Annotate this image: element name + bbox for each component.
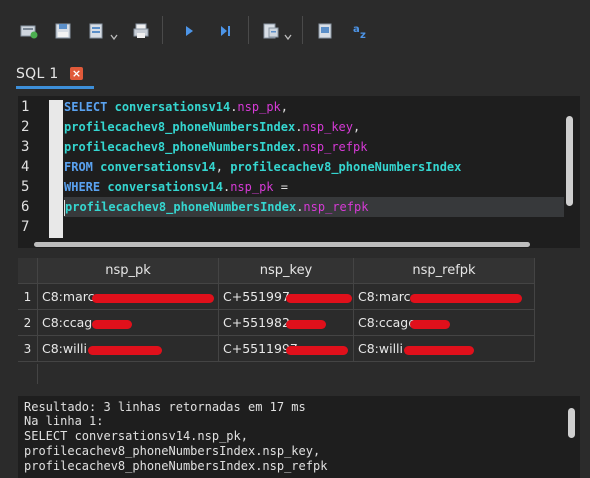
format-icon[interactable] xyxy=(260,20,282,42)
code-token: , xyxy=(215,160,231,174)
code-token: conversationsv14 xyxy=(114,100,231,114)
translate-icon[interactable]: az xyxy=(350,20,372,42)
code-token: profilecachev8_phoneNumbersIndex xyxy=(230,160,462,174)
tab-active-indicator xyxy=(16,86,94,89)
results-grid: nsp_pk nsp_key nsp_refpk 1 C8:marc C+551… xyxy=(18,258,580,388)
toolbar: az xyxy=(0,0,590,60)
svg-text:a: a xyxy=(353,24,360,35)
line-number: 7 xyxy=(21,219,30,235)
line-number-gutter: 1 2 3 4 5 6 7 xyxy=(18,96,64,240)
redaction-mark xyxy=(286,346,348,355)
code-token: nsp_refpk xyxy=(302,140,368,154)
code-line[interactable]: profilecachev8_phoneNumbersIndex.nsp_key… xyxy=(64,117,564,137)
code-line[interactable]: profilecachev8_phoneNumbersIndex.nsp_ref… xyxy=(64,197,564,217)
code-token: conversationsv14 xyxy=(100,160,216,174)
column-header-nsp-key[interactable]: nsp_key xyxy=(219,258,354,284)
redaction-mark xyxy=(88,346,162,355)
row-number[interactable]: 1 xyxy=(18,284,38,310)
log-vertical-scrollbar[interactable] xyxy=(568,408,575,438)
code-token: nsp_pk xyxy=(230,180,274,194)
redaction-mark xyxy=(410,294,522,303)
log-line: Na linha 1: xyxy=(24,414,104,428)
run-icon[interactable] xyxy=(178,20,200,42)
line-number: 5 xyxy=(21,179,30,195)
log-line: Resultado: 3 linhas retornadas em 17 ms xyxy=(24,400,306,414)
code-token: = xyxy=(273,180,288,194)
log-line: profilecachev8_phoneNumbersIndex.nsp_key… xyxy=(24,444,321,458)
code-token: profilecachev8_phoneNumbersIndex xyxy=(64,140,296,154)
explain-icon[interactable] xyxy=(314,20,336,42)
row-number[interactable]: 2 xyxy=(18,310,38,336)
svg-text:z: z xyxy=(360,30,366,40)
code-token: nsp_key xyxy=(302,120,353,134)
column-header-nsp-refpk[interactable]: nsp_refpk xyxy=(354,258,535,284)
close-icon[interactable]: × xyxy=(70,67,83,80)
line-number: 2 xyxy=(21,119,30,135)
code-token: nsp_refpk xyxy=(303,200,369,214)
code-line[interactable] xyxy=(64,217,564,237)
editor-vertical-scrollbar[interactable] xyxy=(566,116,573,206)
code-token: , xyxy=(353,120,361,134)
code-token: , xyxy=(280,100,289,114)
code-token: profilecachev8_phoneNumbersIndex xyxy=(64,120,296,134)
code-token: nsp_pk xyxy=(237,100,281,114)
tab-label: SQL 1 xyxy=(16,66,59,82)
redaction-mark xyxy=(92,294,214,303)
fold-margin xyxy=(49,100,63,238)
code-line[interactable]: FROM conversationsv14, profilecachev8_ph… xyxy=(64,157,564,177)
tab-sql-1[interactable]: SQL 1 × xyxy=(8,60,94,89)
line-number: 3 xyxy=(21,139,30,155)
code-token: WHERE xyxy=(64,180,101,194)
line-number: 1 xyxy=(21,99,30,115)
redaction-mark xyxy=(92,320,132,329)
toolbar-divider xyxy=(162,16,163,44)
sql-editor[interactable]: 1234567 SELECT conversationsv14.nsp_pk, p… xyxy=(18,96,580,248)
tab-bar: SQL 1 × xyxy=(0,60,590,90)
redaction-mark xyxy=(410,320,450,329)
log-line: SELECT conversationsv14.nsp_pk, xyxy=(24,429,248,443)
save-icon[interactable] xyxy=(52,20,74,42)
chevron-down-icon[interactable] xyxy=(110,26,118,41)
row-number[interactable]: 3 xyxy=(18,336,38,362)
redaction-mark xyxy=(286,294,352,303)
column-header-nsp-pk[interactable]: nsp_pk xyxy=(38,258,219,284)
code-area[interactable]: SELECT conversationsv14.nsp_pk, profileca… xyxy=(64,96,566,240)
redaction-mark xyxy=(286,320,326,329)
grid-empty-row xyxy=(18,364,38,384)
code-line[interactable]: WHERE conversationsv14.nsp_pk = xyxy=(64,177,564,197)
grid-corner[interactable] xyxy=(18,258,38,284)
export-icon[interactable] xyxy=(86,20,108,42)
toolbar-divider xyxy=(302,16,303,44)
new-connection-icon[interactable] xyxy=(18,20,40,42)
code-token: FROM xyxy=(64,160,93,174)
line-number: 4 xyxy=(21,159,30,175)
code-line[interactable]: SELECT conversationsv14.nsp_pk, xyxy=(64,97,564,117)
run-step-icon[interactable] xyxy=(214,20,236,42)
toolbar-divider xyxy=(248,16,249,44)
print-icon[interactable] xyxy=(130,20,152,42)
log-line: profilecachev8_phoneNumbersIndex.nsp_ref… xyxy=(24,459,328,473)
editor-horizontal-scrollbar[interactable] xyxy=(34,242,530,247)
code-token: profilecachev8_phoneNumbersIndex xyxy=(65,200,297,214)
code-token: SELECT xyxy=(64,100,108,114)
code-line[interactable]: profilecachev8_phoneNumbersIndex.nsp_ref… xyxy=(64,137,564,157)
message-log: Resultado: 3 linhas retornadas em 17 ms … xyxy=(18,396,580,478)
redaction-mark xyxy=(404,346,474,355)
line-number: 6 xyxy=(21,199,30,215)
code-token: conversationsv14 xyxy=(107,180,223,194)
chevron-down-icon[interactable] xyxy=(284,26,292,41)
